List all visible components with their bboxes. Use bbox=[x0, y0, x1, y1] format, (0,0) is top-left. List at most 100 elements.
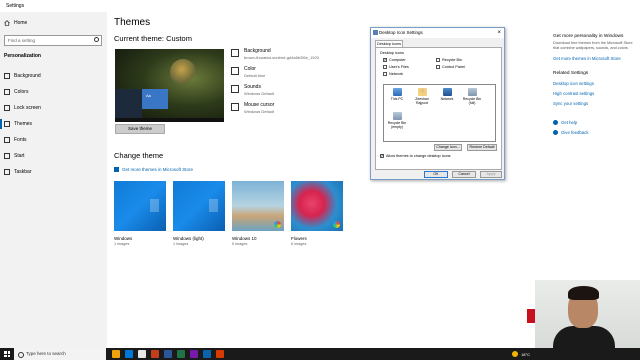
checkbox-users-files[interactable]: User's Files bbox=[383, 65, 409, 69]
search-placeholder: Find a setting bbox=[8, 38, 36, 43]
start-icon bbox=[4, 153, 10, 159]
sidebar-item-lock-screen[interactable]: Lock screen bbox=[0, 100, 107, 116]
dialog-title: Desktop Icon Settings bbox=[379, 30, 423, 35]
home-icon bbox=[4, 20, 10, 26]
sidebar-item-label: Fonts bbox=[14, 137, 27, 143]
theme-card-flowers[interactable]: Flowers 6 images bbox=[291, 181, 343, 246]
prop-value: Windows Default bbox=[244, 109, 275, 114]
theme-name: Flowers bbox=[291, 236, 307, 241]
taskbar-app-icon[interactable] bbox=[203, 350, 211, 358]
theme-count: 5 images bbox=[232, 242, 248, 246]
taskbar-app-icon[interactable] bbox=[190, 350, 198, 358]
taskbar-app-icon[interactable] bbox=[164, 350, 172, 358]
theme-card-windows-light[interactable]: Windows (light) 1 images bbox=[173, 181, 225, 246]
sidebar-item-background[interactable]: Background bbox=[0, 68, 107, 84]
taskbar-app-icon[interactable] bbox=[125, 350, 133, 358]
weather-temperature: 18°C bbox=[521, 351, 530, 357]
desktop-icon-settings-link[interactable]: Desktop icon settings bbox=[553, 81, 637, 86]
checkbox-box bbox=[380, 153, 384, 159]
brush-icon bbox=[4, 121, 10, 127]
palette-icon bbox=[4, 89, 10, 95]
checkbox-control-panel[interactable]: Control Panel bbox=[436, 65, 465, 69]
change-icon-button[interactable]: Change Icon... bbox=[434, 144, 462, 151]
icon-network[interactable]: Network bbox=[436, 88, 458, 101]
icon-label: Network bbox=[440, 97, 454, 101]
current-theme-heading: Current theme: Custom bbox=[114, 34, 192, 43]
taskbar-app-icon[interactable] bbox=[112, 350, 120, 358]
person-hair bbox=[568, 286, 599, 300]
sidebar-item-label: Background bbox=[14, 73, 41, 79]
preview-taskbar bbox=[115, 118, 224, 122]
sidebar-item-label: Taskbar bbox=[14, 169, 32, 175]
sidebar-item-colors[interactable]: Colors bbox=[0, 84, 107, 100]
theme-name: Windows 10 bbox=[232, 236, 257, 241]
icon-this-pc[interactable]: This PC bbox=[386, 88, 408, 101]
right-pane-store-link[interactable]: Get more themes in Microsoft Store bbox=[553, 56, 637, 61]
taskbar-app-icon[interactable] bbox=[138, 350, 146, 358]
right-pane-heading: Get more personality in Windows bbox=[553, 34, 624, 39]
theme-count: 1 images bbox=[114, 242, 130, 246]
close-icon[interactable]: × bbox=[497, 28, 501, 38]
prop-title: Background bbox=[244, 48, 271, 54]
theme-card-windows-10[interactable]: Windows 10 5 images bbox=[232, 181, 284, 246]
theme-gallery: Windows 1 images Windows (light) 1 image… bbox=[114, 181, 354, 263]
give-feedback-label: Give feedback bbox=[561, 130, 589, 135]
checkbox-computer[interactable]: Computer bbox=[383, 57, 406, 63]
prop-value: Default blue bbox=[244, 73, 266, 78]
checkbox-label: Network bbox=[389, 72, 403, 76]
theme-card-windows[interactable]: Windows 1 images bbox=[114, 181, 166, 246]
icon-user-folder[interactable]: Zeeshan Rajpoot bbox=[411, 88, 433, 105]
feedback-icon bbox=[553, 130, 558, 135]
ok-button[interactable]: OK bbox=[424, 171, 448, 178]
icon-recycle-bin-full[interactable]: Recycle Bin (full) bbox=[461, 88, 483, 105]
taskbar-search[interactable]: Type here to search bbox=[14, 348, 106, 360]
icon-recycle-bin-empty[interactable]: Recycle Bin (empty) bbox=[386, 112, 408, 129]
taskbar-app-icon[interactable] bbox=[177, 350, 185, 358]
checkbox-allow-themes[interactable]: Allow themes to change desktop icons bbox=[380, 153, 451, 159]
checkbox-box bbox=[383, 72, 387, 76]
checkbox-box bbox=[383, 57, 387, 63]
sidebar-item-start[interactable]: Start bbox=[0, 148, 107, 164]
theme-count: 1 images bbox=[173, 242, 189, 246]
desktop-icons-group-label: Desktop icons bbox=[380, 51, 404, 55]
monitor-icon bbox=[4, 105, 10, 111]
give-feedback-link[interactable]: Give feedback bbox=[553, 130, 637, 135]
checkbox-box bbox=[436, 65, 440, 69]
sidebar-home[interactable]: Home bbox=[4, 20, 27, 26]
weather-icon[interactable] bbox=[512, 351, 519, 357]
taskbar-app-icon[interactable] bbox=[151, 350, 159, 358]
sidebar-home-label: Home bbox=[14, 20, 28, 26]
theme-thumbnail bbox=[291, 181, 343, 231]
sidebar-item-themes[interactable]: Themes bbox=[0, 116, 107, 132]
restore-default-button[interactable]: Restore Default bbox=[467, 144, 497, 151]
sync-settings-link[interactable]: Sync your settings bbox=[553, 101, 637, 106]
settings-icon bbox=[373, 30, 378, 35]
search-input[interactable]: Find a setting bbox=[4, 35, 102, 46]
preview-start-menu bbox=[115, 89, 142, 118]
store-themes-link[interactable]: Get more themes in Microsoft Store bbox=[114, 167, 193, 172]
window-title: Settings bbox=[6, 3, 25, 9]
cancel-button[interactable]: Cancel bbox=[452, 171, 476, 178]
page-title: Themes bbox=[114, 17, 151, 28]
desktop-icons-list: This PC Zeeshan Rajpoot Network Recycle … bbox=[383, 84, 496, 142]
checkbox-box bbox=[436, 58, 440, 62]
system-tray: 18°C bbox=[512, 348, 530, 360]
sidebar-item-fonts[interactable]: Fonts bbox=[0, 132, 107, 148]
checkbox-recycle-bin[interactable]: Recycle Bin bbox=[436, 58, 462, 62]
sidebar-item-label: Lock screen bbox=[14, 105, 41, 111]
apply-button[interactable]: Apply bbox=[480, 171, 502, 178]
taskbar: Type here to search 18°C bbox=[0, 348, 640, 360]
store-icon bbox=[114, 167, 119, 172]
help-icon bbox=[553, 120, 558, 125]
taskbar-app-icon[interactable] bbox=[216, 350, 224, 358]
preview-tile: Aa bbox=[142, 89, 168, 109]
theme-preview: Aa bbox=[115, 49, 224, 122]
checkbox-network[interactable]: Network bbox=[383, 72, 403, 76]
high-contrast-settings-link[interactable]: High contrast settings bbox=[553, 91, 637, 96]
recycle-bin-icon bbox=[467, 88, 477, 96]
sidebar-item-taskbar[interactable]: Taskbar bbox=[0, 164, 107, 180]
palette-icon bbox=[231, 67, 239, 75]
save-theme-button[interactable]: Save theme bbox=[115, 124, 165, 134]
start-button[interactable] bbox=[0, 348, 14, 360]
get-help-link[interactable]: Get help bbox=[553, 120, 637, 125]
